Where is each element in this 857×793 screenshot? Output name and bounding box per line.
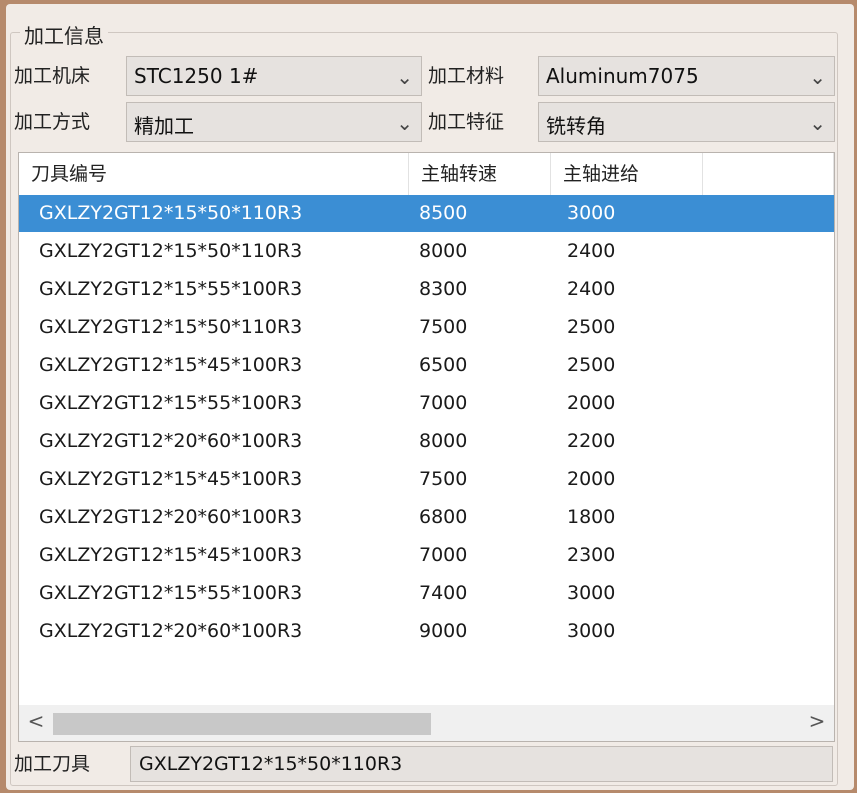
cell-tool-id: GXLZY2GT12*20*60*100R3 bbox=[39, 506, 303, 528]
scroll-right-icon[interactable]: > bbox=[802, 709, 832, 733]
cell-spindle-speed: 8000 bbox=[419, 430, 468, 452]
column-header-spindle-speed[interactable]: 主轴转速 bbox=[409, 153, 551, 195]
cell-spindle-feed: 3000 bbox=[567, 202, 616, 224]
table-row[interactable]: GXLZY2GT12*20*60*100R3 9000 3000 bbox=[19, 613, 834, 650]
cell-spindle-speed: 9000 bbox=[419, 620, 468, 642]
cell-spindle-feed: 2000 bbox=[567, 392, 616, 414]
column-header-tool-id[interactable]: 刀具编号 bbox=[19, 153, 409, 195]
material-label: 加工材料 bbox=[428, 65, 505, 87]
scroll-left-icon[interactable]: < bbox=[21, 709, 51, 733]
chevron-down-icon[interactable]: ⌄ bbox=[809, 65, 826, 89]
cell-tool-id: GXLZY2GT12*15*45*100R3 bbox=[39, 354, 303, 376]
cell-tool-id: GXLZY2GT12*15*55*100R3 bbox=[39, 278, 303, 300]
chevron-down-icon[interactable]: ⌄ bbox=[396, 111, 413, 135]
chevron-down-icon[interactable]: ⌄ bbox=[396, 65, 413, 89]
cell-spindle-speed: 8500 bbox=[419, 202, 468, 224]
cell-spindle-feed: 2300 bbox=[567, 544, 616, 566]
table-row[interactable]: GXLZY2GT12*15*50*110R3 7500 2500 bbox=[19, 309, 834, 346]
cell-spindle-speed: 8000 bbox=[419, 240, 468, 262]
column-header-empty bbox=[703, 153, 834, 195]
cell-spindle-feed: 2500 bbox=[567, 316, 616, 338]
cell-spindle-feed: 1800 bbox=[567, 506, 616, 528]
table-row[interactable]: GXLZY2GT12*15*55*100R3 7400 3000 bbox=[19, 575, 834, 612]
cell-spindle-speed: 6800 bbox=[419, 506, 468, 528]
cell-tool-id: GXLZY2GT12*15*45*100R3 bbox=[39, 544, 303, 566]
method-label: 加工方式 bbox=[14, 111, 91, 133]
tool-label: 加工刀具 bbox=[14, 753, 91, 775]
tool-list[interactable]: 刀具编号 主轴转速 主轴进给 GXLZY2GT12*15*50*110R3 850… bbox=[18, 152, 835, 742]
machining-info-panel: 加工信息 加工机床 STC1250 1# ⌄ 加工材料 Aluminum7075… bbox=[6, 4, 854, 790]
feature-value: 铣转角 bbox=[546, 114, 606, 138]
table-row[interactable]: GXLZY2GT12*15*50*110R3 8500 3000 bbox=[19, 195, 834, 232]
cell-spindle-speed: 8300 bbox=[419, 278, 468, 300]
group-title: 加工信息 bbox=[20, 20, 108, 49]
table-row[interactable]: GXLZY2GT12*15*55*100R3 7000 2000 bbox=[19, 385, 834, 422]
cell-tool-id: GXLZY2GT12*15*55*100R3 bbox=[39, 392, 303, 414]
table-row[interactable]: GXLZY2GT12*15*45*100R3 7500 2000 bbox=[19, 461, 834, 498]
feature-label: 加工特征 bbox=[428, 111, 505, 133]
chevron-down-icon[interactable]: ⌄ bbox=[809, 111, 826, 135]
cell-spindle-feed: 2500 bbox=[567, 354, 616, 376]
method-value: 精加工 bbox=[134, 114, 194, 138]
table-row[interactable]: GXLZY2GT12*15*55*100R3 8300 2400 bbox=[19, 271, 834, 308]
cell-spindle-feed: 2200 bbox=[567, 430, 616, 452]
cell-spindle-feed: 2400 bbox=[567, 278, 616, 300]
machine-value: STC1250 1# bbox=[134, 64, 259, 88]
horizontal-scrollbar[interactable]: < > bbox=[19, 705, 834, 741]
selected-tool-field[interactable]: GXLZY2GT12*15*50*110R3 bbox=[130, 746, 833, 782]
list-header: 刀具编号 主轴转速 主轴进给 bbox=[19, 153, 834, 195]
table-row[interactable]: GXLZY2GT12*15*45*100R3 6500 2500 bbox=[19, 347, 834, 384]
cell-tool-id: GXLZY2GT12*20*60*100R3 bbox=[39, 430, 303, 452]
cell-spindle-feed: 3000 bbox=[567, 620, 616, 642]
material-value: Aluminum7075 bbox=[546, 64, 699, 88]
table-row[interactable]: GXLZY2GT12*20*60*100R3 8000 2200 bbox=[19, 423, 834, 460]
cell-spindle-speed: 7500 bbox=[419, 468, 468, 490]
material-dropdown[interactable]: Aluminum7075 ⌄ bbox=[538, 56, 835, 96]
cell-tool-id: GXLZY2GT12*15*45*100R3 bbox=[39, 468, 303, 490]
cell-spindle-speed: 7500 bbox=[419, 316, 468, 338]
table-row[interactable]: GXLZY2GT12*20*60*100R3 6800 1800 bbox=[19, 499, 834, 536]
machine-dropdown[interactable]: STC1250 1# ⌄ bbox=[126, 56, 422, 96]
cell-tool-id: GXLZY2GT12*15*50*110R3 bbox=[39, 240, 303, 262]
cell-tool-id: GXLZY2GT12*15*55*100R3 bbox=[39, 582, 303, 604]
cell-spindle-feed: 2400 bbox=[567, 240, 616, 262]
cell-spindle-feed: 2000 bbox=[567, 468, 616, 490]
table-row[interactable]: GXLZY2GT12*15*45*100R3 7000 2300 bbox=[19, 537, 834, 574]
method-dropdown[interactable]: 精加工 ⌄ bbox=[126, 102, 422, 142]
cell-spindle-speed: 6500 bbox=[419, 354, 468, 376]
cell-spindle-speed: 7000 bbox=[419, 392, 468, 414]
cell-tool-id: GXLZY2GT12*15*50*110R3 bbox=[39, 316, 303, 338]
cell-tool-id: GXLZY2GT12*15*50*110R3 bbox=[39, 202, 303, 224]
cell-spindle-speed: 7000 bbox=[419, 544, 468, 566]
scrollbar-thumb[interactable] bbox=[53, 713, 431, 735]
cell-spindle-speed: 7400 bbox=[419, 582, 468, 604]
cell-spindle-feed: 3000 bbox=[567, 582, 616, 604]
cell-tool-id: GXLZY2GT12*20*60*100R3 bbox=[39, 620, 303, 642]
feature-dropdown[interactable]: 铣转角 ⌄ bbox=[538, 102, 835, 142]
machine-label: 加工机床 bbox=[14, 65, 91, 87]
table-row[interactable]: GXLZY2GT12*15*50*110R3 8000 2400 bbox=[19, 233, 834, 270]
column-header-spindle-feed[interactable]: 主轴进给 bbox=[551, 153, 703, 195]
